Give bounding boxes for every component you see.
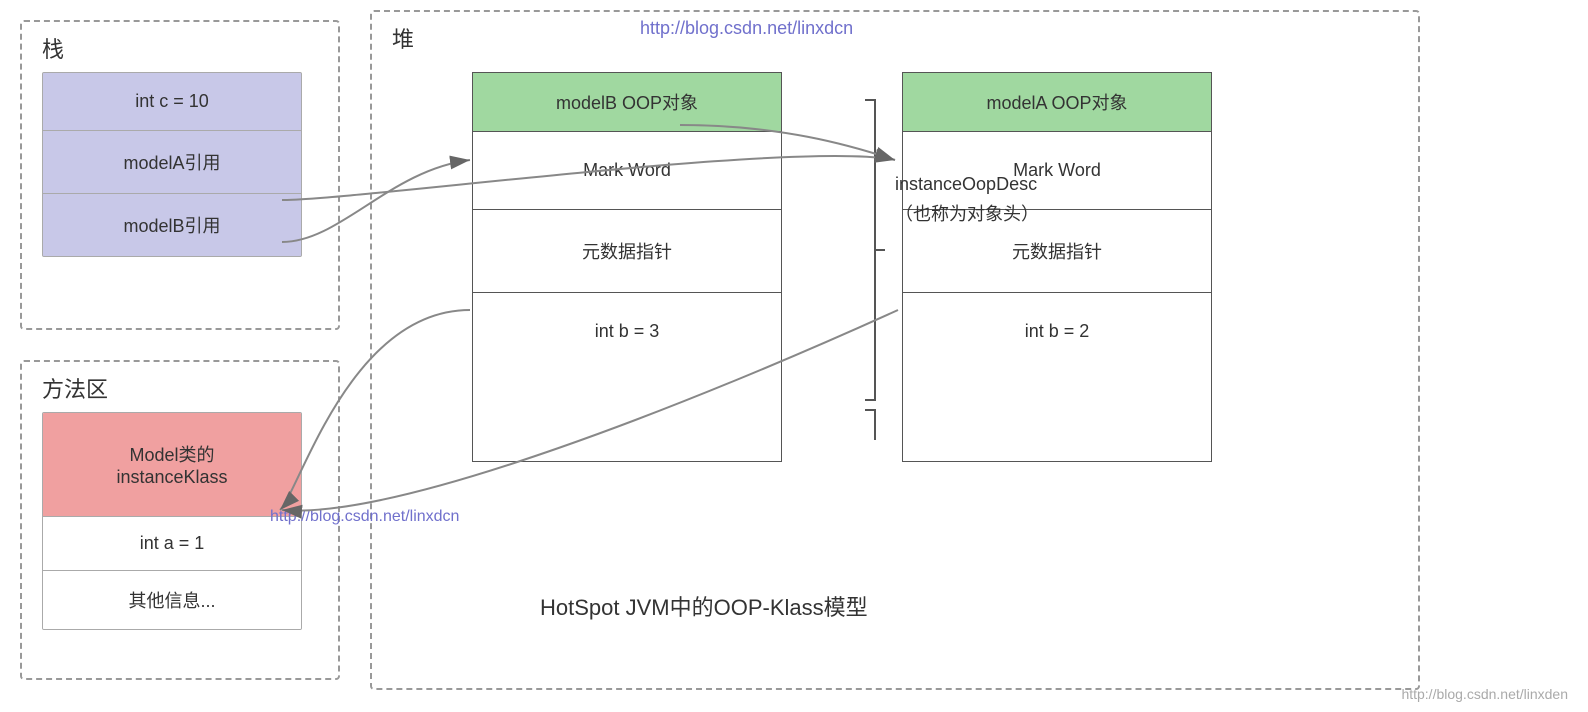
model-klass-label: Model类的instanceKlass xyxy=(43,413,301,517)
modelA-int-b: int b = 2 xyxy=(903,293,1211,370)
method-inner: Model类的instanceKlass int a = 1 其他信息... xyxy=(42,412,302,630)
stack-row-modela-ref: modelA引用 xyxy=(43,131,301,194)
caption: HotSpot JVM中的OOP-Klass模型 xyxy=(540,590,868,622)
method-row-int-a: int a = 1 xyxy=(43,517,301,571)
modelB-int-b: int b = 3 xyxy=(473,293,781,370)
modelA-header: modelA OOP对象 xyxy=(903,73,1211,132)
url-watermark: http://blog.csdn.net/linxden xyxy=(1401,686,1568,702)
method-area-label: 方法区 xyxy=(42,372,108,404)
modelA-oop-box: modelA OOP对象 Mark Word 元数据指针 int b = 2 xyxy=(902,72,1212,462)
url-top: http://blog.csdn.net/linxdcn xyxy=(640,18,853,39)
stack-row-modelb-ref: modelB引用 xyxy=(43,194,301,256)
modelA-mark-word: Mark Word xyxy=(903,132,1211,210)
modelB-oop-box: modelB OOP对象 Mark Word 元数据指针 int b = 3 xyxy=(472,72,782,462)
method-row-other: 其他信息... xyxy=(43,571,301,629)
stack-label: 栈 xyxy=(42,32,64,64)
modelB-mark-word: Mark Word xyxy=(473,132,781,210)
modelA-meta-ptr: 元数据指针 xyxy=(903,210,1211,293)
modelB-header: modelB OOP对象 xyxy=(473,73,781,132)
main-container: 栈 int c = 10 modelA引用 modelB引用 方法区 Model… xyxy=(0,0,1588,712)
heap-label: 堆 xyxy=(392,22,414,54)
modelB-meta-ptr: 元数据指针 xyxy=(473,210,781,293)
stack-inner: int c = 10 modelA引用 modelB引用 xyxy=(42,72,302,257)
url-bottom: http://blog.csdn.net/linxdcn xyxy=(270,508,459,526)
stack-section: 栈 int c = 10 modelA引用 modelB引用 xyxy=(20,20,340,330)
heap-section: 堆 modelB OOP对象 Mark Word 元数据指针 int b = 3… xyxy=(370,10,1420,690)
stack-row-int-c: int c = 10 xyxy=(43,73,301,131)
